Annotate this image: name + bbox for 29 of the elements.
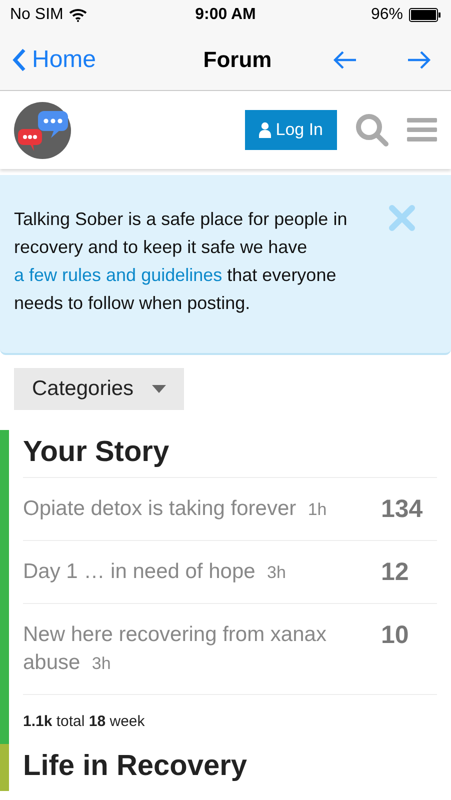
login-button[interactable]: Log In: [244, 110, 337, 150]
rules-link[interactable]: a few rules and guidelines: [14, 265, 222, 285]
reply-count: 10: [381, 621, 410, 651]
chevron-left-icon: [12, 48, 26, 72]
battery-icon: [408, 8, 441, 22]
menu-icon[interactable]: [407, 117, 437, 143]
category-title[interactable]: Your Story: [23, 436, 437, 469]
categories-dropdown[interactable]: Categories: [14, 368, 184, 410]
category-stats: 1.1k total 18 week: [23, 694, 437, 744]
arrow-left-icon[interactable]: [333, 50, 357, 70]
carrier-text: No SIM: [10, 6, 64, 24]
page-title: Forum: [202, 47, 273, 73]
caret-icon: [152, 385, 166, 393]
reply-count: 12: [381, 558, 410, 587]
person-icon: [258, 122, 271, 138]
back-link[interactable]: Home: [12, 46, 162, 74]
topic-title[interactable]: New here recovering from xanax abuse 3h: [23, 621, 367, 678]
close-icon[interactable]: [389, 205, 415, 231]
topic-title[interactable]: Opiate detox is taking forever 1h: [23, 495, 367, 524]
category-title[interactable]: Life in Recovery: [23, 750, 437, 783]
notice-text: Talking Sober is a safe place for people in recovery and to keep it safe we have a few rules and guidelines that everyone needs to follow when posting.: [14, 208, 348, 315]
battery-text: 96%: [370, 6, 403, 24]
logo-icon: [14, 102, 71, 158]
wifi-icon: [69, 8, 88, 22]
arrow-right-icon[interactable]: [407, 50, 431, 70]
clock-text: 9:00 AM: [195, 6, 256, 24]
search-icon[interactable]: [355, 113, 389, 147]
reply-count: 134: [381, 495, 424, 524]
topic-title[interactable]: Day 1 … in need of hope 3h: [23, 558, 367, 587]
